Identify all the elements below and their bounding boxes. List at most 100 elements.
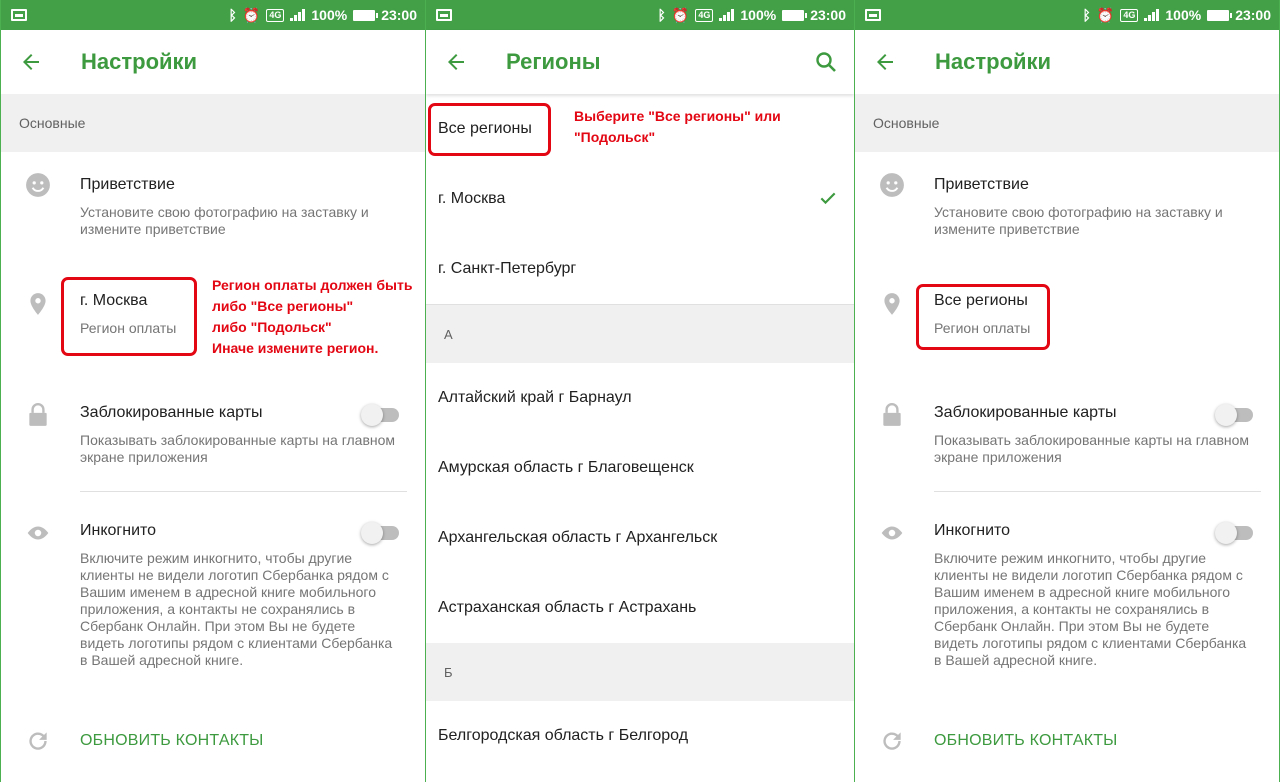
eye-icon [879,520,905,546]
setting-incognito[interactable]: Инкогнито Включите режим инкогнито, чтоб… [1,492,425,711]
setting-blocked-cards[interactable]: Заблокированные карты Показывать заблоки… [855,378,1279,492]
region-label: Алтайский край г Барнаул [438,389,632,406]
incognito-toggle[interactable] [1215,521,1255,544]
screenshot-icon [865,9,881,21]
blocked-cards-toggle[interactable] [1215,403,1255,426]
annotation-region-note: Регион оплаты должен быть либо "Все реги… [212,275,412,359]
alarm-icon: ⏰ [242,7,261,23]
4g-icon: 4G [1120,8,1139,22]
annotation-line: либо "Все регионы" [212,298,354,314]
battery-icon [353,9,379,21]
refresh-contacts-button[interactable]: ОБНОВИТЬ КОНТАКТЫ [1,711,425,771]
setting-title: Приветствие [80,176,175,193]
smiley-icon [879,172,905,198]
annotation-line: "Подольск" [574,129,656,145]
region-item-moscow[interactable]: г. Москва [426,164,854,234]
region-label: Астраханская область г Астрахань [438,599,697,616]
screens-comparison: ᛒ ⏰ 4G 100% 23:00 Настройки Основные При… [0,0,1280,782]
4g-icon: 4G [695,8,714,22]
status-bar: ᛒ ⏰ 4G 100% 23:00 [426,0,854,30]
region-item[interactable]: Амурская область г Благовещенск [426,433,854,503]
refresh-icon [879,728,905,754]
region-label: г. Санкт-Петербург [438,260,577,277]
setting-title: Заблокированные карты [934,404,1117,421]
page-title: Регионы [506,49,601,74]
refresh-contacts-label: ОБНОВИТЬ КОНТАКТЫ [934,732,1118,749]
setting-subtitle: Включите режим инкогнито, чтобы другие к… [80,550,393,668]
region-item[interactable]: Архангельская область г Архангельск [426,503,854,573]
clock: 23:00 [1235,7,1271,23]
regions-screen: ᛒ ⏰ 4G 100% 23:00 Регионы Все регионы г.… [426,0,854,782]
battery-icon [1207,9,1233,21]
back-arrow-icon[interactable] [19,50,43,74]
screenshot-icon [11,9,27,21]
region-item[interactable]: Белгородская область г Белгород [426,701,854,771]
setting-title: Инкогнито [934,522,1011,539]
4g-icon: 4G [266,8,285,22]
page-title: Настройки [935,49,1052,74]
refresh-icon [25,728,51,754]
alarm-icon: ⏰ [1096,7,1115,23]
bluetooth-icon: ᛒ [228,7,237,23]
section-header: Основные [1,94,425,152]
location-pin-icon [25,291,51,317]
incognito-toggle[interactable] [361,521,401,544]
setting-subtitle: Показывать заблокированные карты на глав… [80,432,396,465]
battery-percent: 100% [311,7,348,23]
setting-subtitle: Установите свою фотографию на заставку и… [80,204,369,237]
screenshot-icon [436,9,452,21]
region-label: г. Москва [438,190,506,207]
checkmark-icon [818,188,838,208]
battery-percent: 100% [740,7,777,23]
setting-greeting[interactable]: Приветствие Установите свою фотографию н… [1,152,425,265]
back-arrow-icon[interactable] [444,50,468,74]
setting-title: Заблокированные карты [80,404,263,421]
annotation-choose-region: Выберите "Все регионы" или "Подольск" [574,106,781,148]
region-label: Амурская область г Благовещенск [438,459,694,476]
region-label: Архангельская область г Архангельск [438,529,718,546]
status-bar: ᛒ ⏰ 4G 100% 23:00 [855,0,1279,30]
alarm-icon: ⏰ [671,7,690,23]
eye-icon [25,520,51,546]
region-highlight-box [61,277,197,356]
setting-incognito[interactable]: Инкогнито Включите режим инкогнито, чтоб… [855,492,1279,711]
settings-screen-after: ᛒ ⏰ 4G 100% 23:00 Настройки Основные При… [854,0,1280,782]
letter-header: А [426,305,854,363]
lock-icon [25,402,51,428]
letter-header: Б [426,643,854,701]
setting-title: Инкогнито [80,522,157,539]
setting-subtitle: Включите режим инкогнито, чтобы другие к… [934,550,1247,668]
app-bar: Настройки [855,30,1279,94]
back-arrow-icon[interactable] [873,50,897,74]
region-item[interactable]: Алтайский край г Барнаул [426,363,854,433]
signal-icon [290,9,306,21]
annotation-line: Выберите "Все регионы" или [574,108,781,124]
all-regions-highlight-box [428,103,551,156]
blocked-cards-toggle[interactable] [361,403,401,426]
bluetooth-icon: ᛒ [657,7,666,23]
page-title: Настройки [81,49,198,74]
smiley-icon [25,172,51,198]
settings-screen-before: ᛒ ⏰ 4G 100% 23:00 Настройки Основные При… [0,0,426,782]
app-bar: Настройки [1,30,425,94]
clock: 23:00 [381,7,417,23]
setting-subtitle: Показывать заблокированные карты на глав… [934,432,1250,465]
setting-greeting[interactable]: Приветствие Установите свою фотографию н… [855,152,1279,265]
section-header: Основные [855,94,1279,152]
region-label: Белгородская область г Белгород [438,727,689,744]
refresh-contacts-button[interactable]: ОБНОВИТЬ КОНТАКТЫ [855,711,1279,771]
signal-icon [719,9,735,21]
battery-icon [782,9,808,21]
lock-icon [879,402,905,428]
annotation-line: Иначе измените регион. [212,340,379,356]
setting-blocked-cards[interactable]: Заблокированные карты Показывать заблоки… [1,378,425,492]
search-icon[interactable] [814,50,838,74]
app-bar: Регионы [426,30,854,94]
region-item[interactable]: Астраханская область г Астрахань [426,573,854,643]
signal-icon [1144,9,1160,21]
setting-subtitle: Установите свою фотографию на заставку и… [934,204,1223,237]
clock: 23:00 [810,7,846,23]
region-item-spb[interactable]: г. Санкт-Петербург [426,234,854,304]
refresh-contacts-label: ОБНОВИТЬ КОНТАКТЫ [80,732,264,749]
status-bar: ᛒ ⏰ 4G 100% 23:00 [1,0,425,30]
